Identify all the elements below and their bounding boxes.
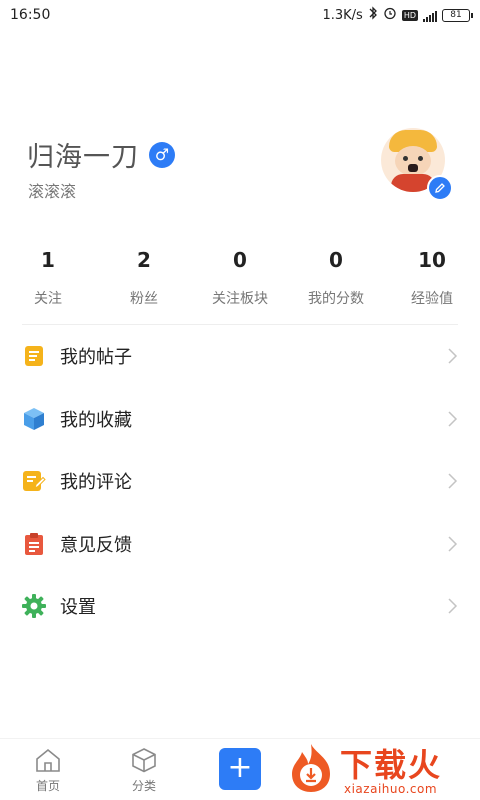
gear-icon: [22, 594, 46, 619]
status-bar: 16:50 1.3K/s HD 81: [0, 0, 480, 30]
home-icon: [36, 748, 60, 772]
stat-my-score[interactable]: 0 我的分数: [288, 246, 384, 316]
battery-icon: 81: [442, 9, 473, 22]
stats-row: 1 关注 2 粉丝 0 关注板块 0 我的分数 10 经验值: [0, 246, 480, 316]
menu-item-my-posts[interactable]: 我的帖子: [0, 325, 480, 388]
watermark-logo: 下载火 xiazaihuo.com: [282, 738, 480, 800]
watermark-title: 下载火: [340, 746, 443, 784]
stat-experience[interactable]: 10 经验值: [384, 246, 480, 316]
nav-category-label: 分类: [131, 779, 156, 793]
stat-followers[interactable]: 2 粉丝: [96, 246, 192, 316]
signal-icon: [423, 10, 437, 22]
profile-signature: 滚滚滚: [28, 182, 77, 201]
nav-category[interactable]: 分类: [114, 747, 174, 794]
menu-item-settings[interactable]: 设置: [0, 575, 480, 638]
chevron-right-icon: [448, 348, 458, 364]
chevron-right-icon: [448, 411, 458, 427]
stat-label: 我的分数: [308, 291, 364, 307]
stat-value: 0: [233, 248, 247, 272]
menu-label: 我的帖子: [60, 347, 132, 369]
menu-label: 我的评论: [60, 472, 132, 494]
status-icons: 1.3K/s HD 81: [322, 6, 473, 25]
status-time: 16:50: [10, 7, 51, 23]
stat-value: 1: [41, 248, 55, 272]
cube-icon: [132, 748, 156, 773]
stat-value: 0: [329, 248, 343, 272]
hd-icon: HD: [401, 10, 418, 21]
nav-home[interactable]: 首页: [18, 747, 78, 794]
chevron-right-icon: [448, 598, 458, 614]
chevron-right-icon: [448, 536, 458, 552]
avatar-container[interactable]: [375, 128, 455, 201]
stat-followed-boards[interactable]: 0 关注板块: [192, 246, 288, 316]
stat-label: 经验值: [411, 291, 453, 307]
profile-name: 归海一刀: [27, 142, 139, 173]
nav-home-label: 首页: [35, 779, 60, 793]
profile-name-row: 归海一刀 ♂: [27, 135, 175, 174]
box-icon: [22, 407, 46, 431]
menu-list: 我的帖子 我的收藏 我的评论 意见反馈 设置: [0, 325, 480, 638]
menu-item-feedback[interactable]: 意见反馈: [0, 513, 480, 576]
bluetooth-icon: [368, 6, 378, 25]
clipboard-icon: [22, 532, 46, 556]
alarm-icon: [383, 6, 397, 25]
add-post-button[interactable]: +: [219, 748, 261, 790]
menu-label: 我的收藏: [60, 409, 132, 431]
menu-item-my-favorites[interactable]: 我的收藏: [0, 388, 480, 451]
menu-item-my-comments[interactable]: 我的评论: [0, 450, 480, 513]
document-icon: [22, 344, 46, 368]
stat-label: 粉丝: [130, 291, 158, 307]
comment-edit-icon: [22, 469, 46, 493]
net-speed: 1.3K/s: [322, 8, 363, 23]
male-gender-icon: ♂: [149, 141, 175, 168]
menu-label: 意见反馈: [60, 534, 132, 556]
menu-label: 设置: [60, 597, 96, 619]
stat-value: 10: [418, 248, 446, 272]
chevron-right-icon: [448, 473, 458, 489]
stat-label: 关注板块: [212, 291, 268, 307]
stat-label: 关注: [34, 291, 62, 307]
flame-logo-icon: [292, 744, 330, 792]
edit-pencil-icon[interactable]: [427, 175, 453, 201]
stat-following[interactable]: 1 关注: [0, 246, 96, 316]
watermark-subtitle: xiazaihuo.com: [344, 782, 438, 796]
stat-value: 2: [137, 248, 151, 272]
